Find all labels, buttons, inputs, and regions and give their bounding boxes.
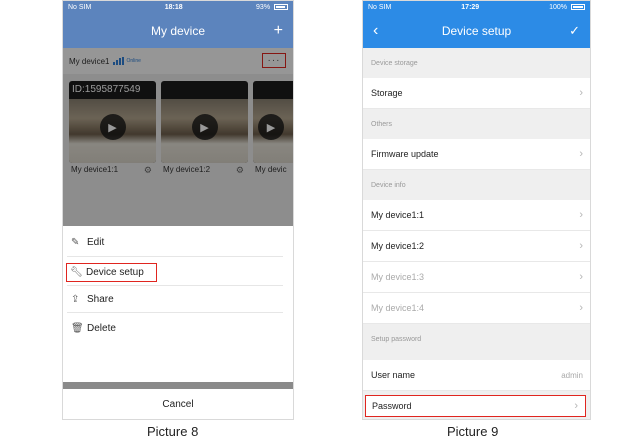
gear-icon[interactable]: ⚙ <box>144 165 152 176</box>
camera-label: My device1:2 <box>163 165 211 174</box>
camera-tile[interactable]: ▶ ID:1595877549 My device1:1 ⚙ <box>69 81 156 186</box>
device-header: My device1 Online ··· <box>63 48 293 74</box>
camera-tile[interactable]: ▶ My devic <box>253 81 293 186</box>
section-header: Others <box>363 109 590 139</box>
carrier-text: No SIM <box>368 4 392 11</box>
settings-list: Device storage Storage › Others Firmware… <box>363 48 590 419</box>
camera-preview: ▶ <box>161 81 248 163</box>
row-label: Storage <box>371 88 403 98</box>
play-icon[interactable]: ▶ <box>99 114 126 140</box>
page-title: My device <box>150 24 206 38</box>
battery-indicator: 93% <box>256 4 288 11</box>
more-options-button[interactable]: ··· <box>262 53 286 68</box>
battery-icon <box>274 4 288 11</box>
chevron-right-icon: › <box>579 209 583 221</box>
edit-label: Edit <box>87 237 105 248</box>
camera-tile[interactable]: ▶ My device1:2 ⚙ <box>161 81 248 186</box>
pencil-icon: ✎ <box>71 237 80 248</box>
password-row[interactable]: Password › <box>365 395 586 417</box>
nav-bar: My device + <box>63 14 293 48</box>
screenshot-canvas: No SIM 18:18 93% My device + My device1 … <box>0 0 640 443</box>
row-label: My device1:1 <box>371 210 425 220</box>
device-setup-action[interactable]: 🔧︎ Device setup <box>66 263 157 282</box>
section-header: Setup password <box>363 324 590 354</box>
chevron-right-icon: › <box>579 302 583 314</box>
row-label: Password <box>372 401 412 411</box>
phone-picture-9: No SIM 17:29 100% ‹ Device setup ✓ Devic… <box>362 0 591 420</box>
back-icon[interactable]: ‹ <box>373 14 378 48</box>
battery-indicator: 100% <box>549 4 585 11</box>
page-title: Device setup <box>441 24 512 38</box>
row-label: User name <box>371 370 416 380</box>
battery-percent: 100% <box>549 4 568 11</box>
storage-row[interactable]: Storage › <box>363 78 590 109</box>
share-action[interactable]: ⇪ Share <box>67 285 283 313</box>
share-icon: ⇪ <box>71 293 80 305</box>
section-header: Device info <box>363 170 590 200</box>
cancel-button[interactable]: Cancel <box>63 389 293 419</box>
battery-icon <box>570 4 585 11</box>
user-name-value: admin <box>561 370 583 380</box>
status-bar: No SIM 18:18 93% <box>63 1 293 14</box>
camera-label: My device1:1 <box>71 165 119 174</box>
nav-bar: ‹ Device setup ✓ <box>363 14 590 48</box>
chevron-right-icon: › <box>574 400 578 412</box>
play-icon[interactable]: ▶ <box>191 114 218 140</box>
status-bar: No SIM 17:29 100% <box>363 1 590 14</box>
chevron-right-icon: › <box>579 271 583 283</box>
status-time: 18:18 <box>164 4 183 11</box>
phone-picture-8: No SIM 18:18 93% My device + My device1 … <box>62 0 294 420</box>
channel-row[interactable]: My device1:2 › <box>363 231 590 262</box>
wrench-icon: 🔧︎ <box>70 267 83 278</box>
row-label: Firmware update <box>371 149 439 159</box>
delete-label: Delete <box>87 322 116 334</box>
share-label: Share <box>87 293 114 305</box>
row-label: My device1:3 <box>371 272 425 282</box>
channel-row[interactable]: My device1:1 › <box>363 200 590 231</box>
camera-preview: ▶ <box>253 81 293 163</box>
play-icon[interactable]: ▶ <box>258 114 284 140</box>
chevron-right-icon: › <box>579 240 583 252</box>
camera-strip: ▶ ID:1595877549 My device1:1 ⚙ ▶ My devi… <box>69 81 293 186</box>
gear-icon[interactable]: ⚙ <box>236 165 244 176</box>
action-sheet: ✎ Edit 🔧︎ Device setup ⇪ Share 🗑︎ Delete <box>63 226 293 389</box>
device-setup-label: Device setup <box>86 267 144 278</box>
user-name-row[interactable]: User name admin <box>363 360 590 391</box>
channel-row[interactable]: My device1:4 › <box>363 293 590 324</box>
battery-percent: 93% <box>256 4 271 11</box>
firmware-update-row[interactable]: Firmware update › <box>363 139 590 170</box>
signal-icon <box>113 57 125 65</box>
camera-label: My devic <box>255 165 287 174</box>
row-label: My device1:4 <box>371 303 425 313</box>
section-header: Device storage <box>363 48 590 78</box>
chevron-right-icon: › <box>579 87 583 99</box>
trash-icon: 🗑︎ <box>71 322 84 334</box>
carrier-text: No SIM <box>68 4 92 11</box>
status-time: 17:29 <box>461 4 480 11</box>
delete-action[interactable]: 🗑︎ Delete <box>67 314 283 342</box>
row-label: My device1:2 <box>371 241 425 251</box>
camera-preview: ▶ ID:1595877549 <box>69 81 156 163</box>
plus-icon[interactable]: + <box>274 14 283 48</box>
camera-id: ID:1595877549 <box>72 84 141 95</box>
device-name: My device1 <box>69 56 110 66</box>
channel-row[interactable]: My device1:3 › <box>363 262 590 293</box>
chevron-right-icon: › <box>579 148 583 160</box>
caption-picture-9: Picture 9 <box>447 424 499 439</box>
online-status: Online <box>126 58 141 64</box>
check-icon[interactable]: ✓ <box>569 14 580 48</box>
caption-picture-8: Picture 8 <box>147 424 199 439</box>
sheet-divider <box>63 382 293 389</box>
edit-action[interactable]: ✎ Edit <box>67 229 283 257</box>
